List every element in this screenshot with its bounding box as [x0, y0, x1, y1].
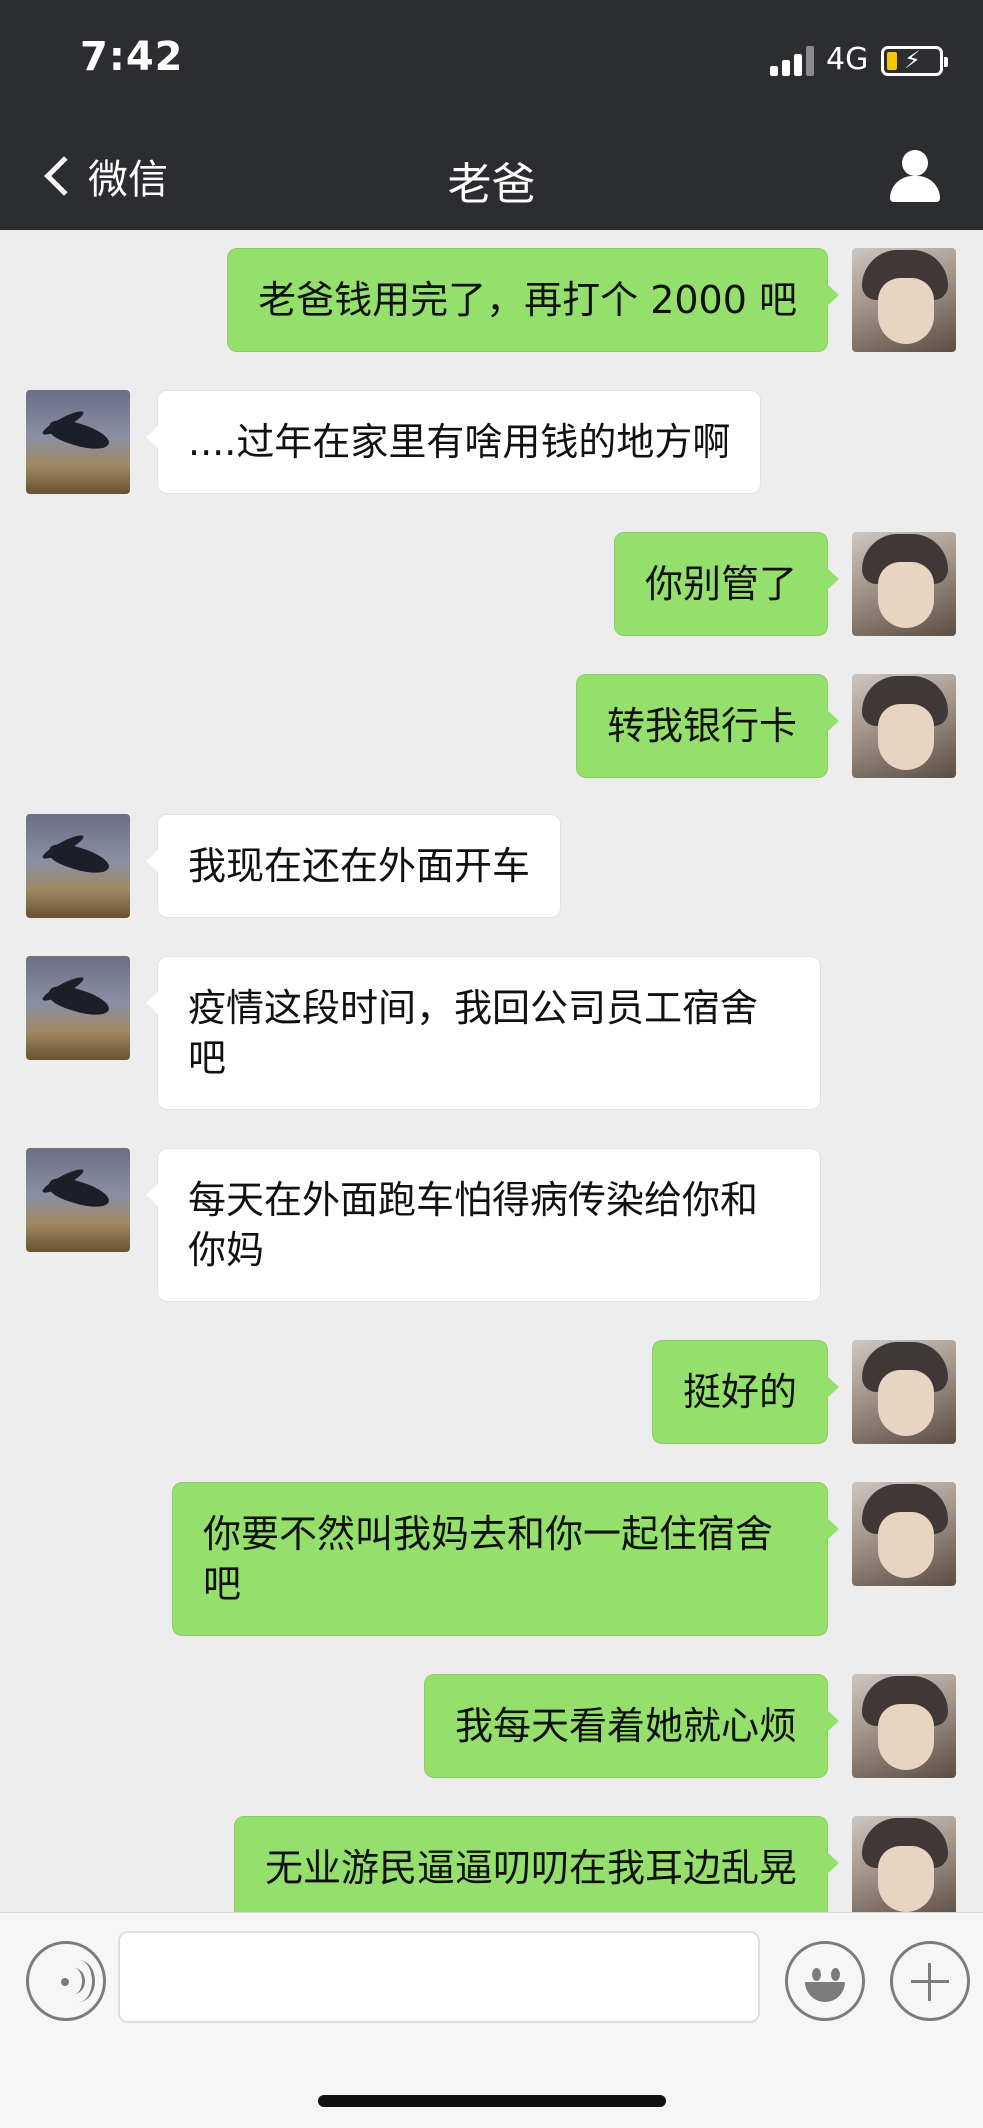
message-bubble[interactable]: 你别管了	[613, 532, 840, 636]
network-type: 4G	[826, 42, 869, 77]
contact-avatar[interactable]	[26, 1148, 130, 1252]
person-icon	[902, 150, 928, 176]
message-input[interactable]	[118, 1931, 760, 2023]
contact-avatar[interactable]	[26, 956, 130, 1060]
top-bar: 7:42 4G ⚡ 微信 老爸	[0, 0, 983, 230]
my-avatar[interactable]	[852, 1482, 956, 1586]
contact-profile-button[interactable]	[884, 148, 944, 204]
message-bubble[interactable]: ....过年在家里有啥用钱的地方啊	[145, 390, 762, 494]
message-bubble[interactable]: 疫情这段时间，我回公司员工宿舍吧	[146, 956, 821, 1110]
my-avatar[interactable]	[852, 248, 956, 352]
status-time: 7:42	[80, 34, 184, 80]
my-avatar[interactable]	[852, 1816, 956, 1912]
my-avatar[interactable]	[852, 1340, 956, 1444]
voice-input-button[interactable]	[26, 1941, 106, 2021]
message-bubble[interactable]: 无业游民逼逼叨叨在我耳边乱晃	[233, 1816, 840, 1912]
message-bubble[interactable]: 老爸钱用完了，再打个 2000 吧	[227, 248, 839, 352]
home-indicator[interactable]	[318, 2095, 666, 2107]
message-bubble[interactable]: 挺好的	[651, 1340, 840, 1444]
contact-avatar[interactable]	[26, 390, 130, 494]
input-bar	[0, 1912, 983, 2128]
battery-icon: ⚡	[881, 46, 948, 76]
message-bubble[interactable]: 每天在外面跑车怕得病传染给你和你妈	[146, 1148, 821, 1302]
chat-title: 老爸	[447, 159, 536, 210]
status-bar: 7:42 4G ⚡	[0, 0, 983, 120]
more-button[interactable]	[890, 1941, 970, 2021]
my-avatar[interactable]	[852, 674, 956, 778]
message-list[interactable]: 老爸钱用完了，再打个 2000 吧 ....过年在家里有啥用钱的地方啊 你别管了…	[0, 230, 983, 1912]
message-bubble[interactable]: 我每天看着她就心烦	[423, 1674, 840, 1778]
my-avatar[interactable]	[852, 1674, 956, 1778]
message-bubble[interactable]: 转我银行卡	[575, 674, 840, 778]
signal-icon	[770, 46, 816, 76]
contact-avatar[interactable]	[26, 814, 130, 918]
my-avatar[interactable]	[852, 532, 956, 636]
message-bubble[interactable]: 你要不然叫我妈去和你一起住宿舍吧	[172, 1482, 839, 1636]
emoji-button[interactable]	[785, 1941, 865, 2021]
message-bubble[interactable]: 我现在还在外面开车	[145, 814, 562, 918]
smiley-icon	[812, 1968, 821, 1981]
